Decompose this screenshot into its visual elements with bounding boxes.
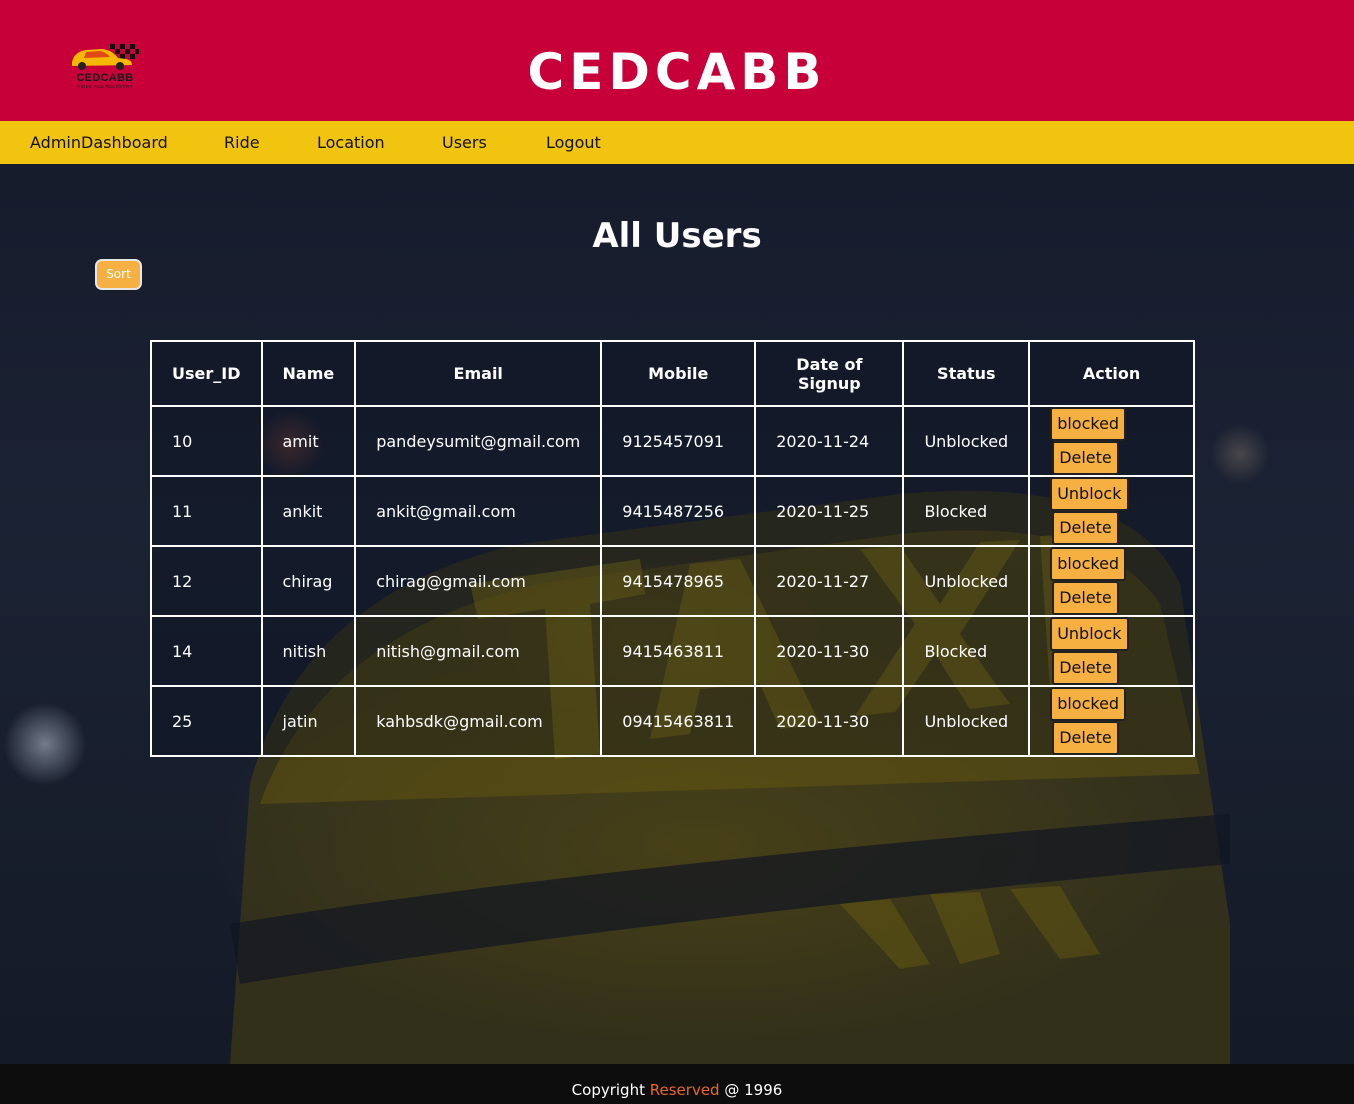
- cell-action: UnblockDelete: [1028, 475, 1195, 547]
- nav-item-location[interactable]: Location: [317, 121, 385, 164]
- column-header-date-of-signup: Date of Signup: [754, 340, 905, 407]
- cell-mobile: 9125457091: [600, 405, 757, 477]
- nav-item-logout[interactable]: Logout: [546, 121, 601, 164]
- cell-action: blockedDelete: [1028, 405, 1195, 477]
- nav-item-users[interactable]: Users: [442, 121, 487, 164]
- cell-user-id: 11: [150, 475, 263, 547]
- delete-button[interactable]: Delete: [1052, 441, 1119, 475]
- cell-name: ankit: [260, 475, 357, 547]
- block-toggle-button[interactable]: Unblock: [1050, 617, 1129, 651]
- cell-name: amit: [260, 405, 357, 477]
- footer-year: @ 1996: [724, 1081, 783, 1099]
- footer-copyright: Copyright: [571, 1081, 645, 1099]
- sort-button[interactable]: Sort: [95, 259, 142, 290]
- cell-date: 2020-11-30: [754, 685, 905, 757]
- cell-action: UnblockDelete: [1028, 615, 1195, 687]
- cell-status: Unblocked: [902, 405, 1031, 477]
- site-title: CEDCABB: [527, 43, 827, 101]
- column-header-status: Status: [902, 340, 1031, 407]
- cell-mobile: 9415478965: [600, 545, 757, 617]
- cell-name: chirag: [260, 545, 357, 617]
- block-toggle-button[interactable]: blocked: [1050, 547, 1127, 581]
- cell-user-id: 25: [150, 685, 263, 757]
- cell-name: nitish: [260, 615, 357, 687]
- table-row: 25 jatin kahbsdk@gmail.com 09415463811 2…: [150, 685, 1195, 757]
- block-toggle-button[interactable]: Unblock: [1050, 477, 1129, 511]
- cell-email: chirag@gmail.com: [354, 545, 603, 617]
- cell-user-id: 14: [150, 615, 263, 687]
- delete-button[interactable]: Delete: [1052, 721, 1119, 755]
- cell-status: Blocked: [902, 615, 1031, 687]
- delete-button[interactable]: Delete: [1052, 511, 1119, 545]
- nav-item-admin-dashboard[interactable]: AdminDashboard: [30, 121, 168, 164]
- cell-mobile: 09415463811: [600, 685, 757, 757]
- cell-email: kahbsdk@gmail.com: [354, 685, 603, 757]
- table-row: 10 amit pandeysumit@gmail.com 9125457091…: [150, 405, 1195, 477]
- cell-date: 2020-11-24: [754, 405, 905, 477]
- cell-email: ankit@gmail.com: [354, 475, 603, 547]
- block-toggle-button[interactable]: blocked: [1050, 687, 1127, 721]
- cell-action: blockedDelete: [1028, 545, 1195, 617]
- cell-mobile: 9415463811: [600, 615, 757, 687]
- table-row: 11 ankit ankit@gmail.com 9415487256 2020…: [150, 475, 1195, 547]
- footer-reserved-link[interactable]: Reserved: [650, 1081, 720, 1099]
- cell-action: blockedDelete: [1028, 685, 1195, 757]
- cell-name: jatin: [260, 685, 357, 757]
- cell-user-id: 12: [150, 545, 263, 617]
- column-header-user-id: User_ID: [150, 340, 263, 407]
- site-header: CEDCABB RIDES AND RECOVERY CEDCABB: [0, 0, 1354, 121]
- users-table: User_ID Name Email Mobile Date of Signup…: [150, 340, 1195, 757]
- nav-item-ride[interactable]: Ride: [224, 121, 260, 164]
- column-header-action: Action: [1028, 340, 1195, 407]
- main-nav: AdminDashboard Ride Location Users Logou…: [0, 121, 1354, 164]
- table-row: 14 nitish nitish@gmail.com 9415463811 20…: [150, 615, 1195, 687]
- cell-email: pandeysumit@gmail.com: [354, 405, 603, 477]
- cell-status: Unblocked: [902, 685, 1031, 757]
- cell-date: 2020-11-30: [754, 615, 905, 687]
- site-footer: Copyright Reserved @ 1996: [0, 1064, 1354, 1104]
- cell-date: 2020-11-27: [754, 545, 905, 617]
- column-header-name: Name: [260, 340, 357, 407]
- page-title: All Users: [592, 216, 762, 256]
- cell-status: Blocked: [902, 475, 1031, 547]
- cell-user-id: 10: [150, 405, 263, 477]
- cell-mobile: 9415487256: [600, 475, 757, 547]
- delete-button[interactable]: Delete: [1052, 581, 1119, 615]
- block-toggle-button[interactable]: blocked: [1050, 407, 1127, 441]
- delete-button[interactable]: Delete: [1052, 651, 1119, 685]
- table-header-row: User_ID Name Email Mobile Date of Signup…: [150, 340, 1195, 407]
- cell-status: Unblocked: [902, 545, 1031, 617]
- table-row: 12 chirag chirag@gmail.com 9415478965 20…: [150, 545, 1195, 617]
- cell-date: 2020-11-25: [754, 475, 905, 547]
- column-header-email: Email: [354, 340, 603, 407]
- column-header-mobile: Mobile: [600, 340, 757, 407]
- cell-email: nitish@gmail.com: [354, 615, 603, 687]
